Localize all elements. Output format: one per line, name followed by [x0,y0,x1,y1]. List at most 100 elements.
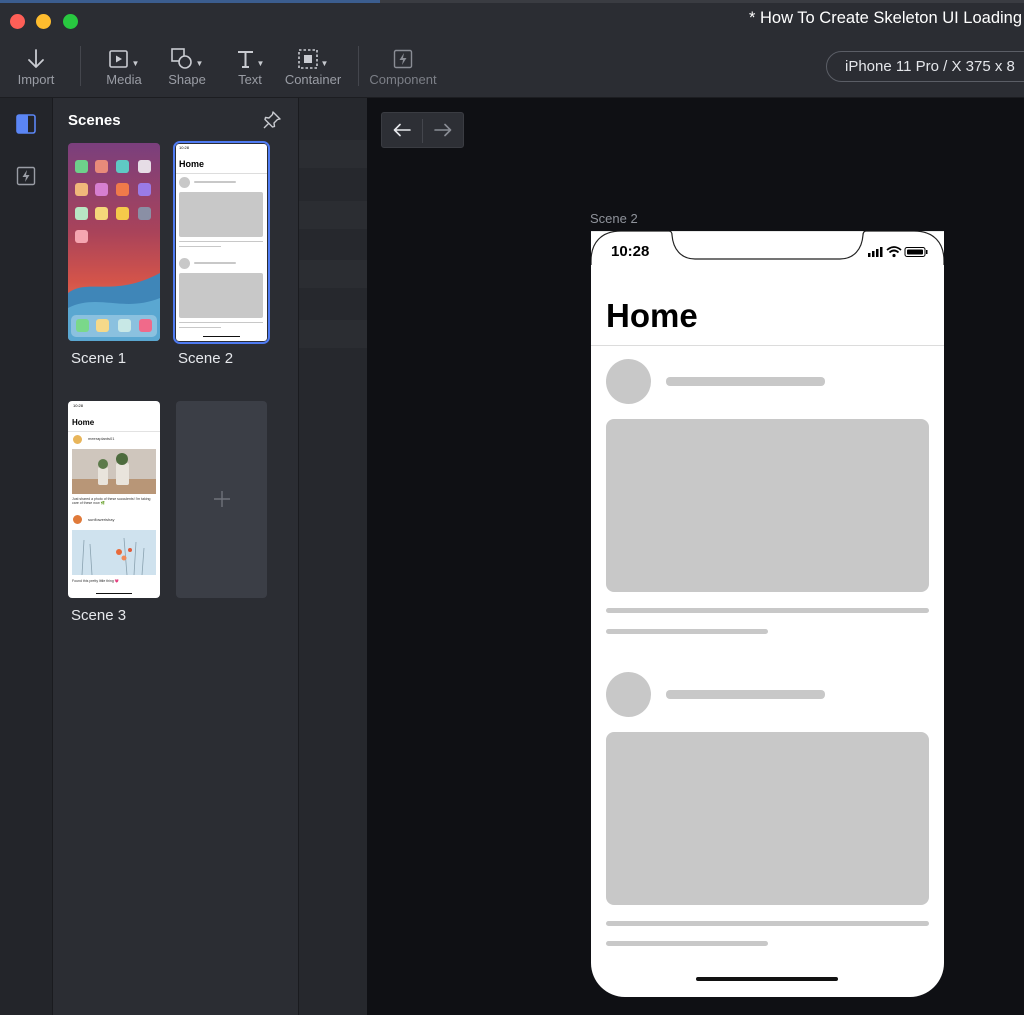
wifi-icon [886,246,902,258]
scenes-panel-icon[interactable] [16,114,36,134]
arrow-left-icon [393,123,411,137]
scene-caption: Scene 2 [590,211,638,226]
chevron-down-icon: ▼ [256,58,265,68]
phone-frame[interactable]: 10:28 Home [591,231,944,997]
add-scene-button[interactable] [176,401,267,598]
scene-thumbnail-1[interactable] [68,143,160,341]
skeleton-caption-line [606,921,929,926]
skeleton-username-line [666,377,825,386]
skeleton-image-block [606,732,929,905]
components-panel-icon[interactable] [16,166,36,186]
thumb-divider [68,431,160,432]
scene-label: Scene 2 [178,350,234,367]
container-button[interactable]: ▼ Container [278,46,348,87]
next-scene-button[interactable] [423,113,463,147]
layer-row [299,140,367,168]
scene-label: Scene 3 [71,607,127,624]
plus-icon [214,491,230,507]
post-image [72,449,156,494]
post-caption: Found this pretty little thing 💗 [72,579,120,583]
component-button[interactable]: Component [368,46,438,87]
chevron-down-icon: ▼ [131,58,140,68]
close-window-button[interactable] [10,14,25,29]
scene-thumbnail-2[interactable]: 10:28 Home [176,144,267,341]
status-icons [867,245,931,264]
design-canvas: Scene 2 10:28 Home [367,98,1024,1015]
shape-button[interactable]: ▼ Shape [152,46,222,87]
skeleton-caption-line [606,629,768,634]
post-caption: Just shared a photo of these succulents!… [72,497,151,505]
container-label: Container [284,72,342,87]
window-top-edge [0,0,1024,3]
signal-icon [868,247,883,257]
window-toolbar: * How To Create Skeleton UI Loading Impo… [0,0,1024,98]
skeleton-username-line [666,690,825,699]
thumb-time: 10:28 [179,145,190,150]
pin-icon[interactable] [262,110,282,130]
chevron-down-icon: ▼ [195,58,204,68]
skeleton-caption-line [606,608,929,613]
thumb-skeleton-line [194,262,236,264]
thumb-time: 10:28 [73,403,84,408]
thumb-title: Home [72,418,95,427]
layers-strip [299,98,367,1015]
window-title: * How To Create Skeleton UI Loading [749,9,1023,27]
home-indicator [696,977,838,981]
header-divider [591,345,944,346]
thumb-title: Home [179,159,205,169]
text-button[interactable]: ▼ Text [215,46,285,87]
avatar [73,435,82,444]
container-icon: ▼ [278,46,348,72]
avatar [73,515,82,524]
toolbar-divider [80,46,81,86]
layer-row [299,320,367,348]
text-icon: ▼ [215,46,285,72]
thumb-skeleton-line [179,241,263,242]
skeleton-avatar [606,359,651,404]
media-button[interactable]: ▼ Media [89,46,159,87]
import-button[interactable]: Import [1,46,71,87]
media-icon: ▼ [89,46,159,72]
component-icon [368,46,438,72]
layer-row [299,260,367,288]
thumb-skeleton-line [194,181,236,183]
media-label: Media [106,72,142,87]
post-image [72,530,156,575]
chevron-down-icon: ▼ [320,58,329,68]
thumb-skeleton-image [179,192,263,237]
page-title: Home [606,297,698,334]
scenes-panel: Scenes Scene 1 10:28 Home Scene 2 10:28 … [53,98,299,1015]
minimize-window-button[interactable] [36,14,51,29]
shape-label: Shape [168,72,206,87]
arrow-down-icon [1,46,71,72]
battery-icon [904,247,928,257]
panel-title: Scenes [68,112,121,129]
thumb-home-indicator [96,593,132,594]
thumb-skeleton-avatar [179,258,190,269]
skeleton-image-block [606,419,929,592]
arrow-right-icon [434,123,452,137]
thumb-skeleton-line [179,327,221,328]
thumb-skeleton-image [179,273,263,318]
previous-scene-button[interactable] [382,113,422,147]
left-icon-rail [0,98,53,1015]
toolbar-divider [358,46,359,86]
zoom-window-button[interactable] [63,14,78,29]
scene-thumbnail-3[interactable]: 10:28 Home meeraplants01 Just shared a p… [68,401,160,598]
skeleton-caption-line [606,941,768,946]
thumb-username: meeraplants01 [88,436,115,441]
window-top-accent [0,0,380,3]
thumb-divider [176,173,267,174]
component-label: Component [369,72,437,87]
scene-navigation [381,112,464,148]
device-selector[interactable]: iPhone 11 Pro / X 375 x 8 [826,51,1024,82]
import-label: Import [17,72,55,87]
thumb-username: sunflowerishay [88,517,115,522]
layer-row [299,201,367,229]
status-time: 10:28 [611,243,650,260]
scene-label: Scene 1 [71,350,127,367]
shape-icon: ▼ [152,46,222,72]
thumb-skeleton-line [179,246,221,247]
thumb-home-indicator [203,336,240,337]
thumb-skeleton-line [179,322,263,323]
